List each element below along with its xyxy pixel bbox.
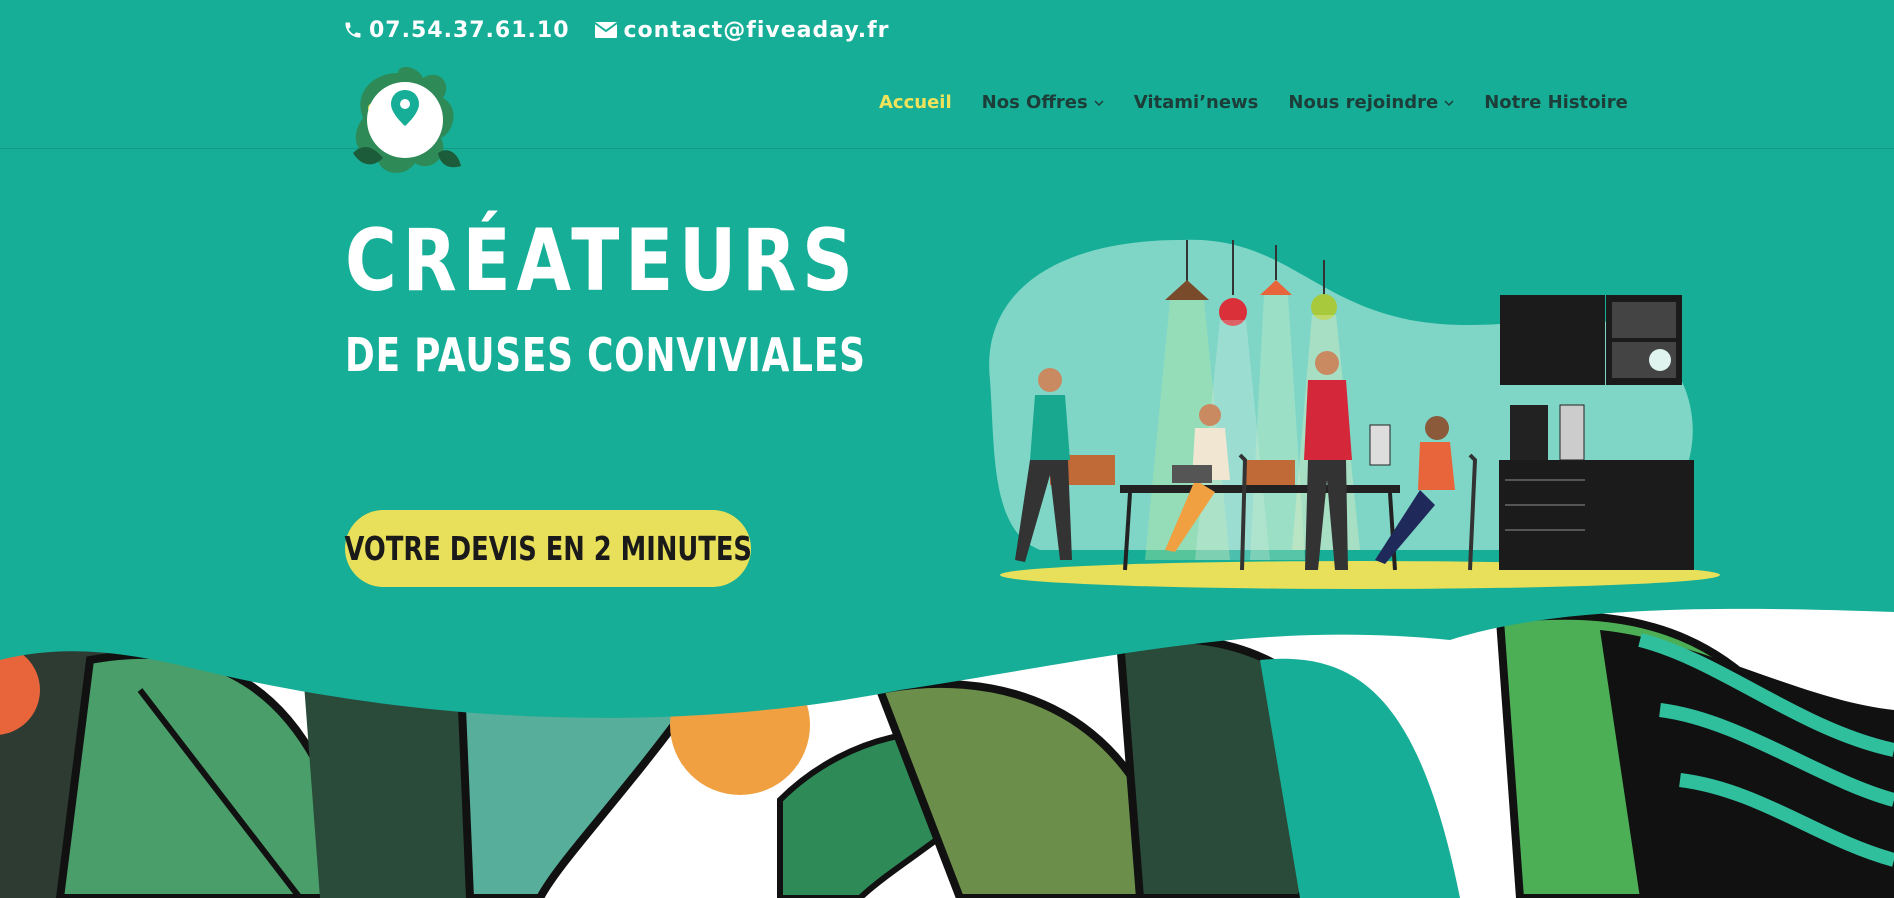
cta-label: VOTRE DEVIS EN 2 MINUTES bbox=[344, 529, 752, 568]
hero-title: CRÉATEURS bbox=[345, 211, 859, 311]
site-header: Accueil Nos Offres Vitami’news Nous rejo… bbox=[0, 48, 1894, 173]
nav-item-notre-histoire[interactable]: Notre Histoire bbox=[1484, 92, 1628, 113]
nav-item-accueil[interactable]: Accueil bbox=[879, 92, 952, 113]
nav-label: Nous rejoindre bbox=[1288, 92, 1439, 113]
nav-label: Vitami’news bbox=[1133, 92, 1259, 113]
main-nav: Accueil Nos Offres Vitami’news Nous rejo… bbox=[879, 92, 1628, 113]
mail-icon bbox=[593, 20, 618, 40]
phone-number: 07.54.37.61.10 bbox=[369, 17, 570, 43]
nav-item-vitaminews[interactable]: Vitami’news bbox=[1134, 92, 1259, 113]
quote-cta-button[interactable]: VOTRE DEVIS EN 2 MINUTES bbox=[344, 510, 752, 587]
email-link[interactable]: contact@fiveaday.fr bbox=[593, 17, 890, 43]
office-break-illustration bbox=[989, 239, 1720, 589]
email-address: contact@fiveaday.fr bbox=[623, 17, 890, 43]
phone-icon bbox=[343, 20, 363, 40]
chevron-down-icon bbox=[1444, 99, 1454, 106]
decorative-leaves bbox=[0, 600, 1894, 898]
hero-subtitle: DE PAUSES CONVIVIALES bbox=[345, 328, 866, 382]
nav-item-nous-rejoindre[interactable]: Nous rejoindre bbox=[1288, 92, 1454, 113]
chevron-down-icon bbox=[1094, 99, 1104, 106]
nav-item-nos-offres[interactable]: Nos Offres bbox=[982, 92, 1104, 113]
five-a-day-logo[interactable] bbox=[343, 58, 468, 183]
nav-label: Accueil bbox=[879, 92, 952, 113]
nav-label: Notre Histoire bbox=[1484, 92, 1628, 113]
phone-link[interactable]: 07.54.37.61.10 bbox=[343, 18, 570, 43]
nav-label: Nos Offres bbox=[981, 92, 1088, 113]
contact-bar: 07.54.37.61.10 contact@fiveaday.fr bbox=[343, 12, 890, 48]
